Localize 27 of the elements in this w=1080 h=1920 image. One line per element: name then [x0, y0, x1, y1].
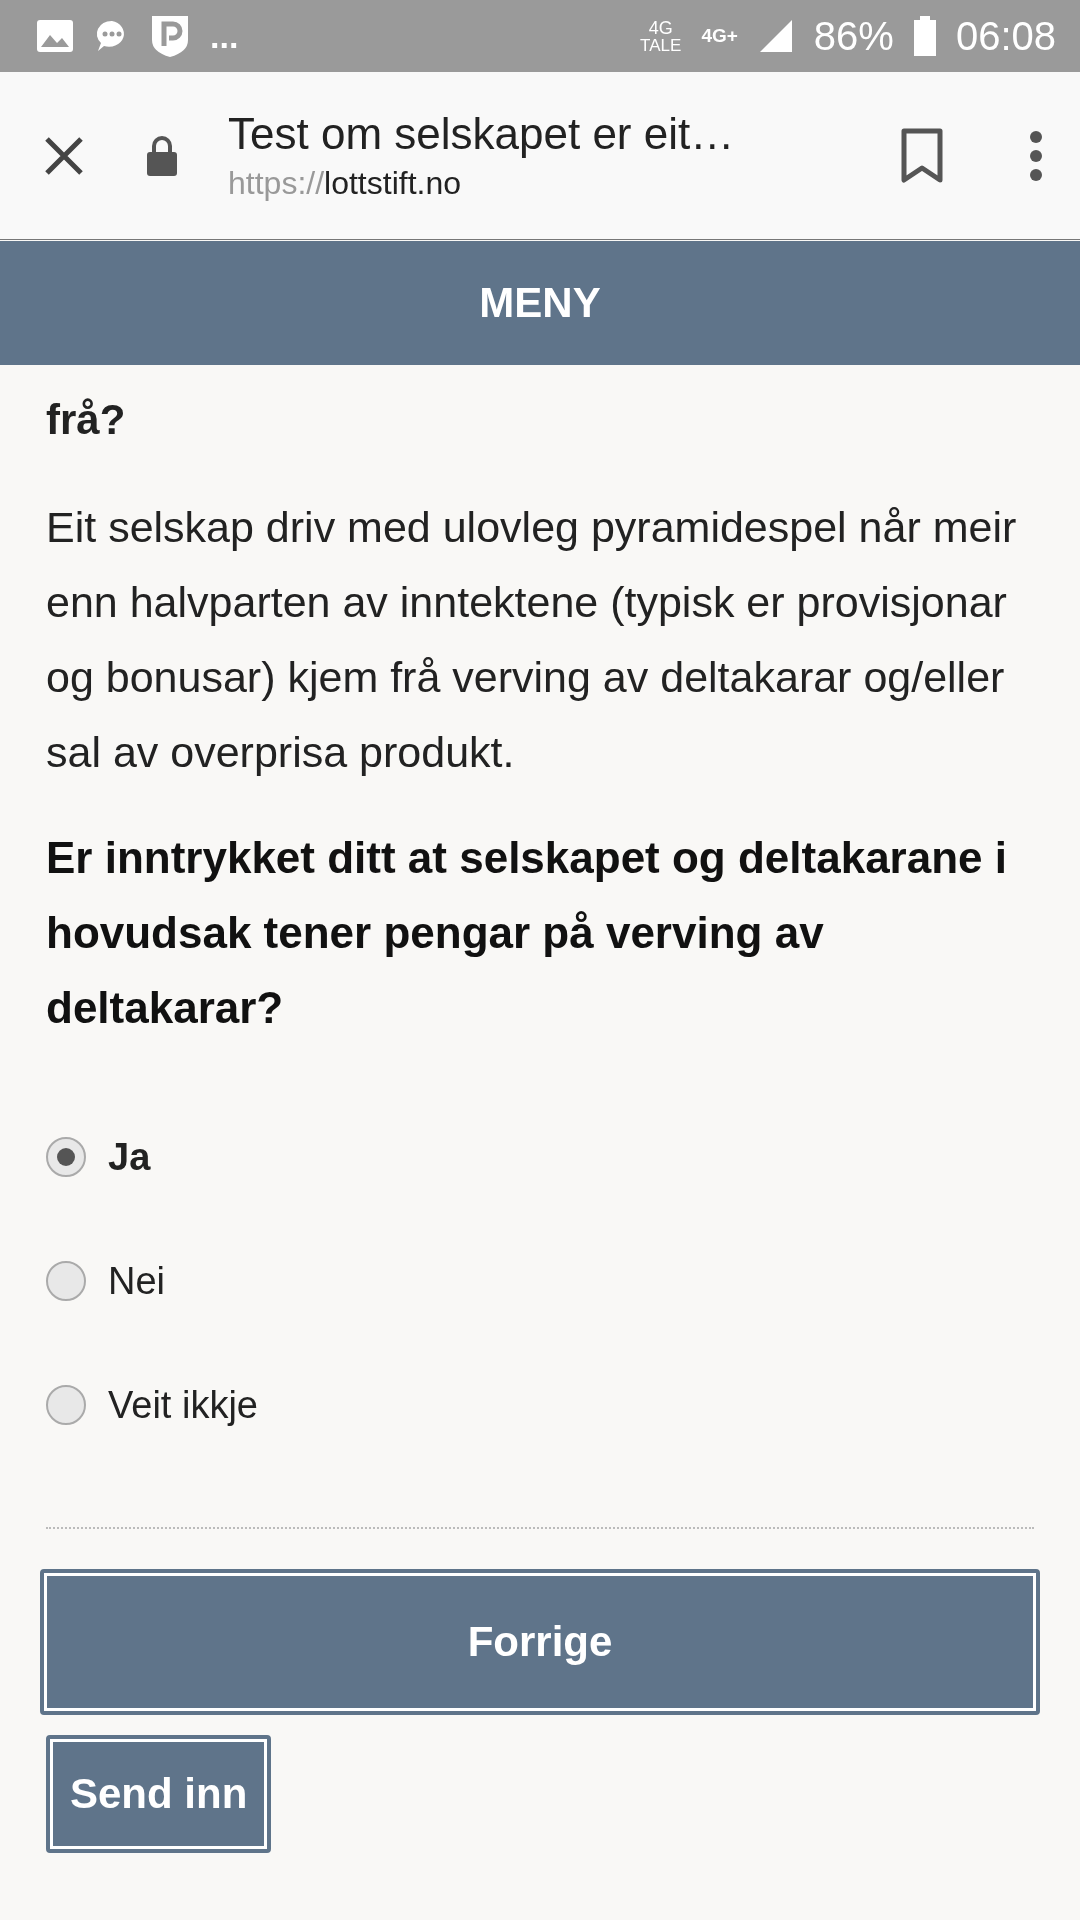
image-icon [36, 19, 74, 53]
option-label[interactable]: Ja [108, 1135, 151, 1179]
data-indicator: 4G+ [701, 25, 738, 47]
radio-button[interactable] [46, 1261, 86, 1301]
more-notifications: ... [210, 16, 239, 56]
question-heading: frå? [46, 395, 127, 445]
radio-button[interactable] [46, 1137, 86, 1177]
network-label: 4G TALE [640, 18, 682, 54]
clock: 06:08 [955, 13, 1056, 59]
option-label[interactable]: Veit ikkje [108, 1383, 258, 1427]
page-title: Test om selskapet er eit… [228, 109, 736, 159]
more-options-icon[interactable] [1028, 129, 1044, 182]
lock-icon [146, 134, 178, 177]
close-icon[interactable] [44, 135, 84, 176]
description-text: Eit selskap driv med ulovleg pyramidespel når meir enn halvparten av inntektene (typisk er provisjonar og bonusar) kjem frå verving av deltakarar og/eller sal av overprisa produkt. [46, 502, 1018, 778]
menu-bar[interactable]: MENY [0, 241, 1080, 365]
submit-button[interactable]: Send inn [46, 1735, 272, 1853]
menu-label[interactable]: MENY [479, 279, 601, 327]
option-label[interactable]: Nei [108, 1259, 166, 1303]
url-text: https://lottstift.no [228, 165, 462, 202]
previous-button[interactable]: Forrige [40, 1569, 1040, 1715]
bookmark-icon[interactable] [900, 127, 944, 184]
radio-button[interactable] [46, 1385, 86, 1425]
question-text: Er inntrykket ditt at selskapet og deltakarane i hovudsak tener pengar på verving av deltakarar? [46, 832, 1008, 1034]
battery-icon [913, 16, 936, 56]
battery-percent: 86% [813, 13, 894, 59]
shield-icon [150, 14, 190, 58]
